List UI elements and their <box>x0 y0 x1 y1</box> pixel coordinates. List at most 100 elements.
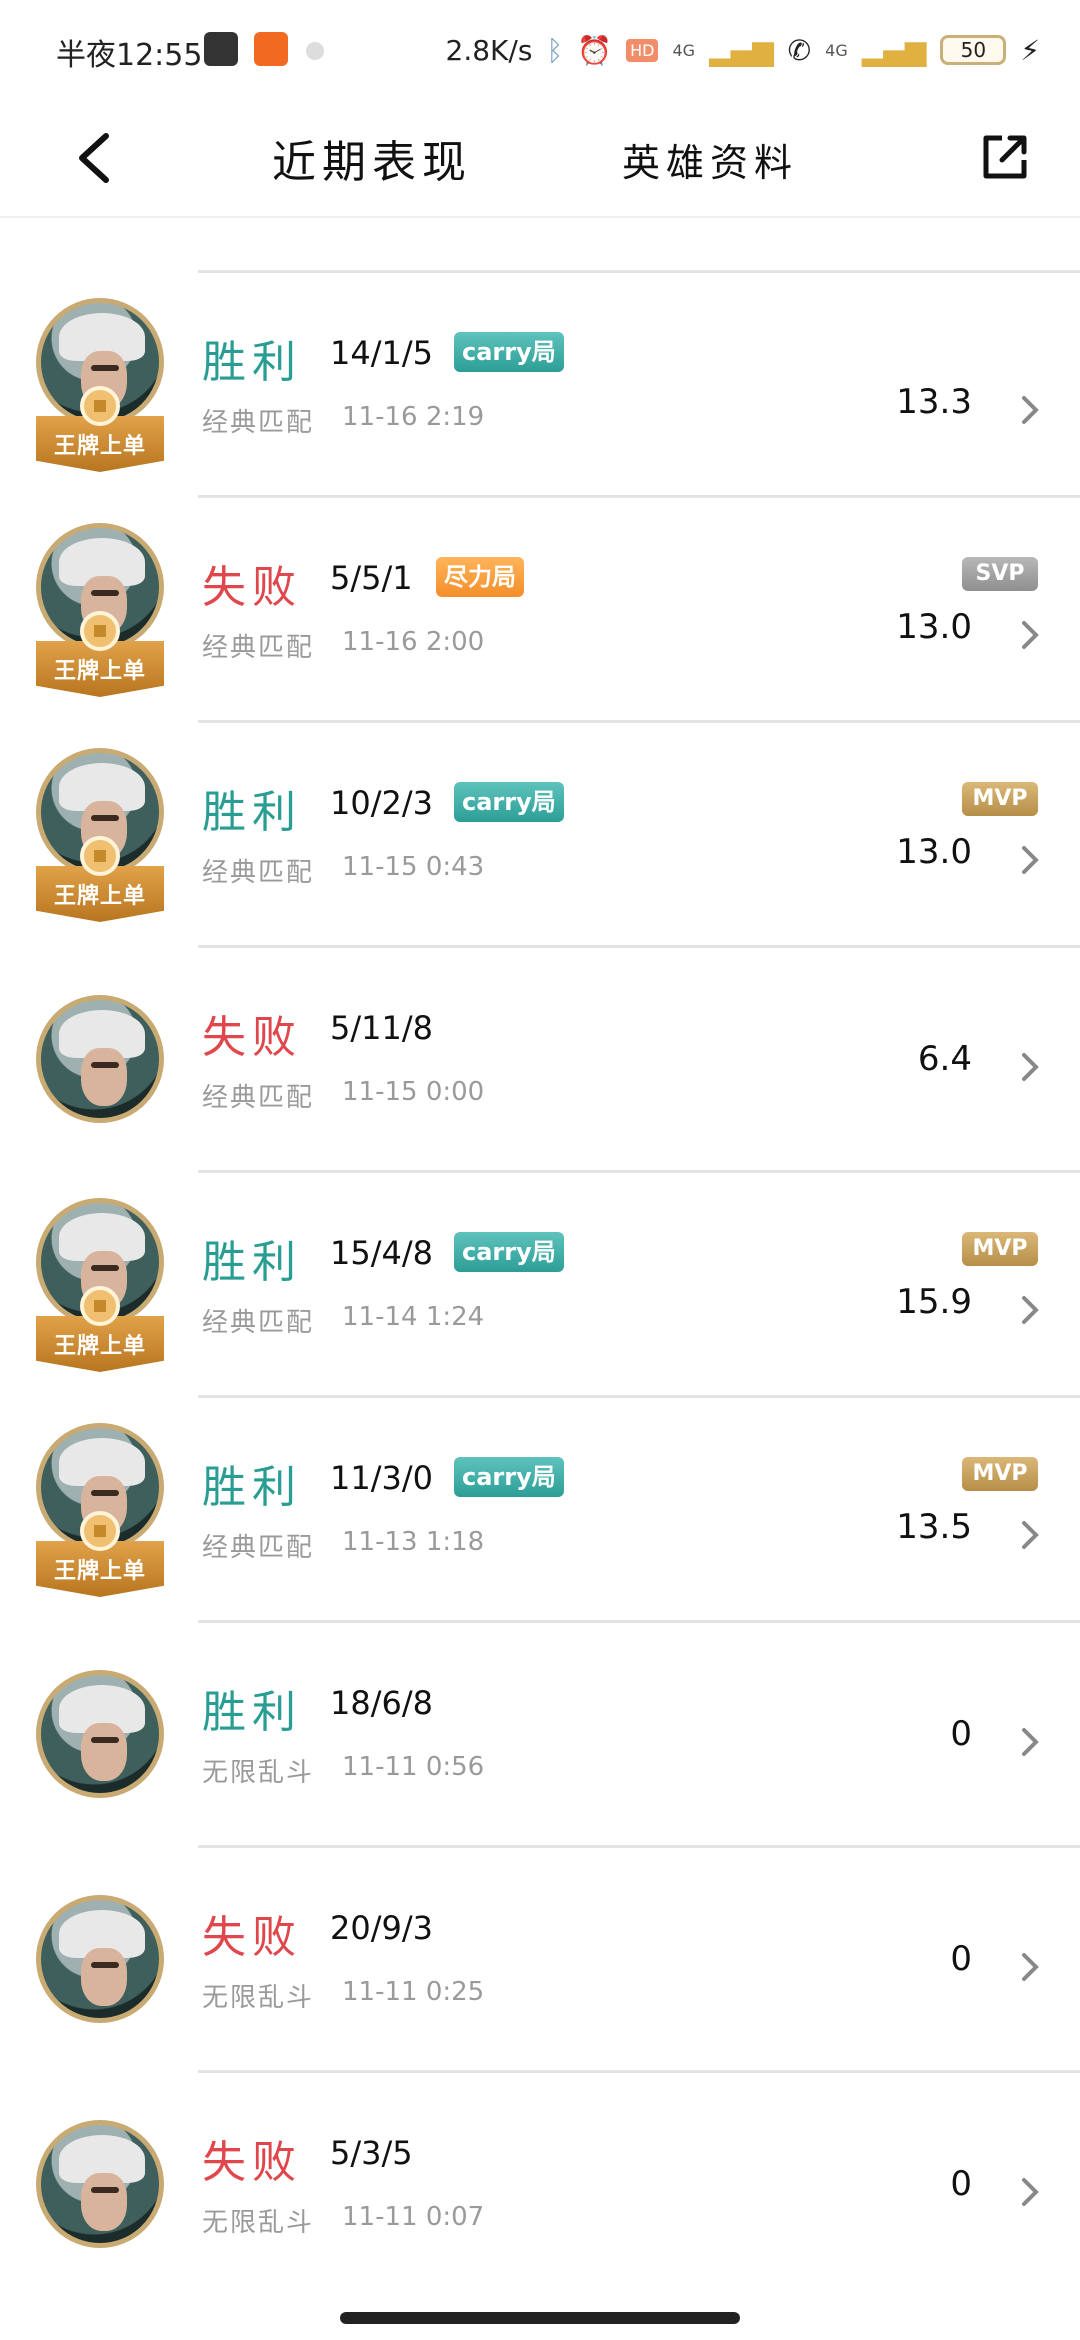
match-row[interactable]: 失败 5/3/5 无限乱斗 11-11 0:07 0 <box>0 2072 1080 2297</box>
match-row[interactable]: 王牌上单 失败 5/5/1 尽力局 经典匹配 11-16 2:00 SVP 13… <box>0 497 1080 722</box>
match-row[interactable]: 王牌上单 胜利 10/2/3 carry局 经典匹配 11-15 0:43 MV… <box>0 722 1080 947</box>
chevron-right-icon[interactable] <box>1018 1051 1042 1083</box>
match-kda: 5/3/5 <box>330 2134 413 2172</box>
hd-icon: HD <box>626 38 659 62</box>
hero-avatar <box>30 1640 170 1830</box>
hero-avatar: 王牌上单 <box>30 1415 170 1605</box>
match-score: 15.9 <box>896 1282 972 1322</box>
match-time: 11-16 2:00 <box>342 627 485 657</box>
match-score: 13.3 <box>896 382 972 422</box>
match-time: 11-13 1:18 <box>342 1527 485 1557</box>
ace-ribbon: 王牌上单 <box>30 1286 170 1378</box>
message-icon <box>204 32 238 66</box>
chevron-right-icon[interactable] <box>1018 1951 1042 1983</box>
match-row[interactable]: 王牌上单 胜利 15/4/8 carry局 经典匹配 11-14 1:24 MV… <box>0 1172 1080 1397</box>
match-kda: 10/2/3 <box>330 784 433 822</box>
net-label-1: 4G <box>672 40 696 60</box>
hero-avatar <box>30 965 170 1155</box>
match-time: 11-16 2:19 <box>342 402 485 432</box>
match-result: 胜利 <box>202 1462 302 1513</box>
match-kda: 11/3/0 <box>330 1459 433 1497</box>
match-time: 11-15 0:43 <box>342 852 485 882</box>
status-bar: 半夜12:55 2.8K/s ᛒ ⏰ HD 4G ▂▄▆ ✆ 4G ▂▄▆ 50… <box>0 0 1080 100</box>
match-mode: 经典匹配 <box>202 408 315 438</box>
match-time: 11-14 1:24 <box>342 1302 485 1332</box>
charging-icon: ⚡ <box>1020 33 1040 67</box>
match-row[interactable]: 王牌上单 胜利 14/1/5 carry局 经典匹配 11-16 2:19 13… <box>0 272 1080 497</box>
match-result: 失败 <box>202 1012 302 1063</box>
status-time: 半夜12:55 <box>56 38 203 73</box>
match-row[interactable]: 失败 20/9/3 无限乱斗 11-11 0:25 0 <box>0 1847 1080 2072</box>
match-row[interactable]: 失败 5/11/8 经典匹配 11-15 0:00 6.4 <box>0 947 1080 1172</box>
battery-level: 50 <box>960 38 987 62</box>
carry-tag: carry局 <box>454 1457 564 1497</box>
match-mode: 无限乱斗 <box>202 1758 315 1788</box>
match-kda: 14/1/5 <box>330 334 433 372</box>
effort-tag: 尽力局 <box>436 557 524 597</box>
match-mode: 经典匹配 <box>202 633 315 663</box>
match-time: 11-11 0:25 <box>342 1977 485 2007</box>
tab-hero-info[interactable]: 英雄资料 <box>622 132 798 187</box>
ace-ribbon: 王牌上单 <box>30 836 170 928</box>
match-kda: 5/11/8 <box>330 1009 433 1047</box>
match-mode: 无限乱斗 <box>202 1983 315 2013</box>
back-icon[interactable] <box>72 130 116 186</box>
hero-avatar: 王牌上单 <box>30 1190 170 1380</box>
battery-icon: 50 <box>940 35 1007 65</box>
match-mode: 经典匹配 <box>202 1083 315 1113</box>
mvp-badge: MVP <box>962 1232 1038 1266</box>
chevron-right-icon[interactable] <box>1018 844 1042 876</box>
hero-avatar <box>30 2090 170 2280</box>
share-icon[interactable] <box>980 132 1030 182</box>
match-score: 6.4 <box>917 1039 972 1079</box>
match-result: 胜利 <box>202 1687 302 1738</box>
match-score: 0 <box>950 1939 972 1979</box>
bluetooth-icon: ᛒ <box>546 33 564 67</box>
match-score: 13.0 <box>896 832 972 872</box>
hero-avatar: 王牌上单 <box>30 740 170 930</box>
carry-tag: carry局 <box>454 332 564 372</box>
match-row[interactable]: 王牌上单 胜利 11/3/0 carry局 经典匹配 11-13 1:18 MV… <box>0 1397 1080 1622</box>
carry-tag: carry局 <box>454 1232 564 1272</box>
match-result: 胜利 <box>202 787 302 838</box>
ace-ribbon: 王牌上单 <box>30 611 170 703</box>
match-mode: 经典匹配 <box>202 1533 315 1563</box>
hero-avatar: 王牌上单 <box>30 290 170 480</box>
chevron-right-icon[interactable] <box>1018 1519 1042 1551</box>
status-right-group: 2.8K/s ᛒ ⏰ HD 4G ▂▄▆ ✆ 4G ▂▄▆ 50 ⚡ <box>446 30 1040 70</box>
match-kda: 20/9/3 <box>330 1909 433 1947</box>
hero-avatar: 王牌上单 <box>30 515 170 705</box>
mi-app-icon <box>254 32 288 66</box>
hero-avatar <box>30 1865 170 2055</box>
match-score: 13.5 <box>896 1507 972 1547</box>
alarm-icon: ⏰ <box>577 33 613 67</box>
net-speed: 2.8K/s <box>445 33 533 67</box>
leaf-icon <box>306 42 324 60</box>
match-row[interactable]: 胜利 18/6/8 无限乱斗 11-11 0:56 0 <box>0 1622 1080 1847</box>
call-icon: ✆ <box>787 33 812 67</box>
tab-recent-performance[interactable]: 近期表现 <box>272 126 472 190</box>
signal-icon-1: ▂▄▆ <box>709 33 774 67</box>
chevron-right-icon[interactable] <box>1018 2176 1042 2208</box>
match-result: 失败 <box>202 2137 302 2188</box>
match-score: 0 <box>950 1714 972 1754</box>
chevron-right-icon[interactable] <box>1018 1294 1042 1326</box>
chevron-right-icon[interactable] <box>1018 619 1042 651</box>
match-kda: 5/5/1 <box>330 559 413 597</box>
match-result: 失败 <box>202 1912 302 1963</box>
home-indicator[interactable] <box>340 2312 740 2324</box>
mvp-badge: MVP <box>962 1457 1038 1491</box>
ace-ribbon: 王牌上单 <box>30 1511 170 1603</box>
match-result: 胜利 <box>202 337 302 388</box>
chevron-right-icon[interactable] <box>1018 1726 1042 1758</box>
carry-tag: carry局 <box>454 782 564 822</box>
net-label-2: 4G <box>825 40 848 60</box>
chevron-right-icon[interactable] <box>1018 394 1042 426</box>
match-mode: 无限乱斗 <box>202 2208 315 2238</box>
mvp-badge: MVP <box>962 782 1038 816</box>
match-time: 11-11 0:07 <box>342 2202 485 2232</box>
match-kda: 18/6/8 <box>330 1684 433 1722</box>
match-kda: 15/4/8 <box>330 1234 433 1272</box>
signal-icon-2: ▂▄▆ <box>861 33 927 67</box>
match-result: 失败 <box>202 562 302 613</box>
